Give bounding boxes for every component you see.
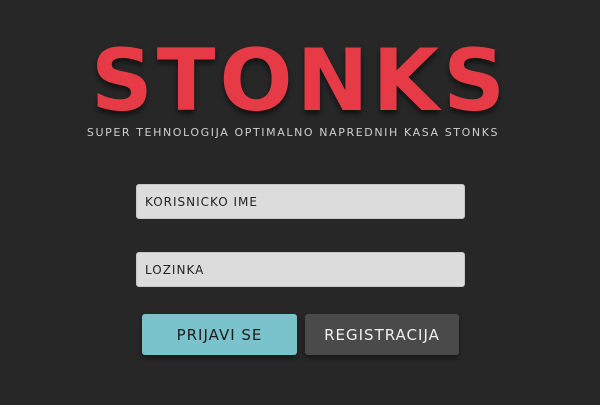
username-input[interactable] (136, 184, 465, 219)
register-button[interactable]: Registracija (305, 314, 459, 355)
login-button[interactable]: Prijavi se (142, 314, 297, 355)
app-tagline: Super Tehnologija Optimalno Naprednih Ka… (86, 126, 500, 139)
app-logo: STONKS (90, 31, 510, 131)
password-input[interactable] (136, 252, 465, 287)
